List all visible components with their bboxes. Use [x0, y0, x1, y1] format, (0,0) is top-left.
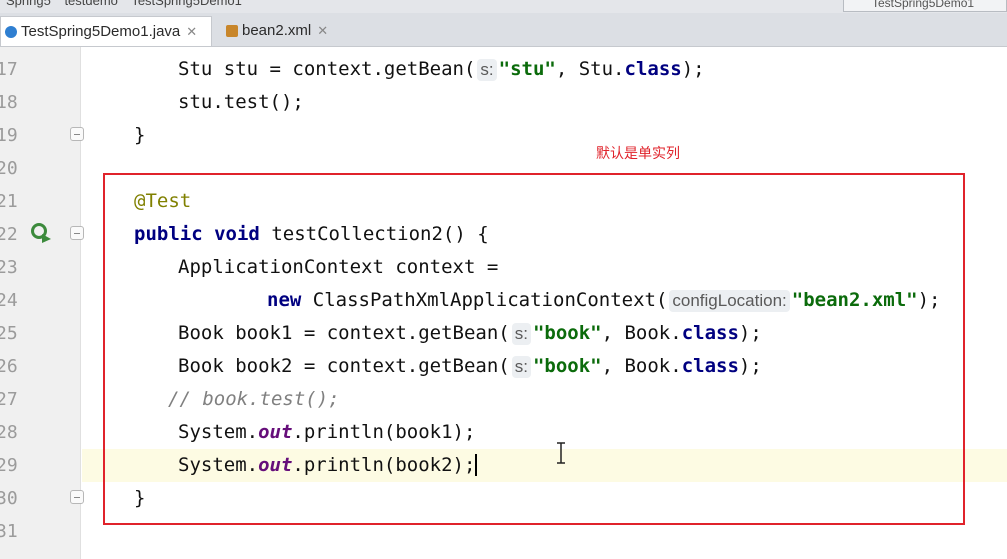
annotation-note: 默认是单实列	[596, 146, 680, 162]
code-text: );	[681, 58, 705, 80]
breadcrumb-item[interactable]: Spring5	[6, 0, 51, 8]
highlight-box	[103, 173, 965, 525]
line-number: 26	[0, 356, 18, 377]
line-number: 21	[0, 191, 18, 212]
code-text: stu.test();	[178, 91, 304, 113]
code-text: }	[134, 124, 146, 146]
param-hint: s:	[477, 59, 497, 81]
line-number: 24	[0, 290, 18, 311]
breadcrumb-bar: Spring5 testdemo TestSpring5Demo1 TestSp…	[0, 0, 1007, 13]
line-number: 23	[0, 257, 18, 278]
line-number: 18	[0, 92, 18, 113]
code-text: Stu stu = context.getBean(	[178, 58, 476, 80]
tab-label: bean2.xml	[242, 22, 312, 39]
ibeam-cursor-icon	[557, 442, 565, 464]
keyword: class	[624, 58, 682, 80]
line-number: 31	[0, 521, 18, 542]
breadcrumb: Spring5 testdemo TestSpring5Demo1	[6, 0, 252, 8]
run-test-icon[interactable]	[30, 222, 52, 244]
code-line-18[interactable]: stu.test();	[82, 86, 1007, 119]
line-number: 17	[0, 59, 18, 80]
xml-file-icon	[226, 24, 238, 37]
line-number: 25	[0, 323, 18, 344]
code-line-19[interactable]: }	[82, 119, 1007, 152]
breadcrumb-item[interactable]: TestSpring5Demo1	[131, 0, 242, 8]
close-icon[interactable]: ✕	[186, 24, 197, 40]
code-line-17[interactable]: Stu stu = context.getBean(s: "stu", Stu.c…	[82, 53, 1007, 86]
code-text: , Stu.	[555, 58, 625, 80]
run-config-selector[interactable]: TestSpring5Demo1	[843, 0, 1007, 12]
string-literal: "stu"	[498, 58, 556, 80]
line-number: 19	[0, 125, 18, 146]
line-number: 27	[0, 389, 18, 410]
breadcrumb-item[interactable]: testdemo	[64, 0, 117, 8]
line-number: 22	[0, 224, 18, 245]
tab-testspring5demo1-java[interactable]: TestSpring5Demo1.java ✕	[0, 16, 212, 46]
line-number: 20	[0, 158, 18, 179]
tab-label: TestSpring5Demo1.java	[21, 23, 181, 40]
tab-bean2-xml[interactable]: bean2.xml ✕	[222, 16, 342, 45]
line-number: 28	[0, 422, 18, 443]
close-icon[interactable]: ✕	[317, 23, 328, 39]
editor-tab-bar: TestSpring5Demo1.java ✕ bean2.xml ✕	[0, 13, 1007, 47]
line-number: 29	[0, 455, 18, 476]
java-class-icon	[5, 25, 17, 38]
line-number: 30	[0, 488, 18, 509]
editor-gutter[interactable]: 17 18 19 20 21 22 23 24 25 26 27 28 29 3…	[0, 47, 84, 559]
